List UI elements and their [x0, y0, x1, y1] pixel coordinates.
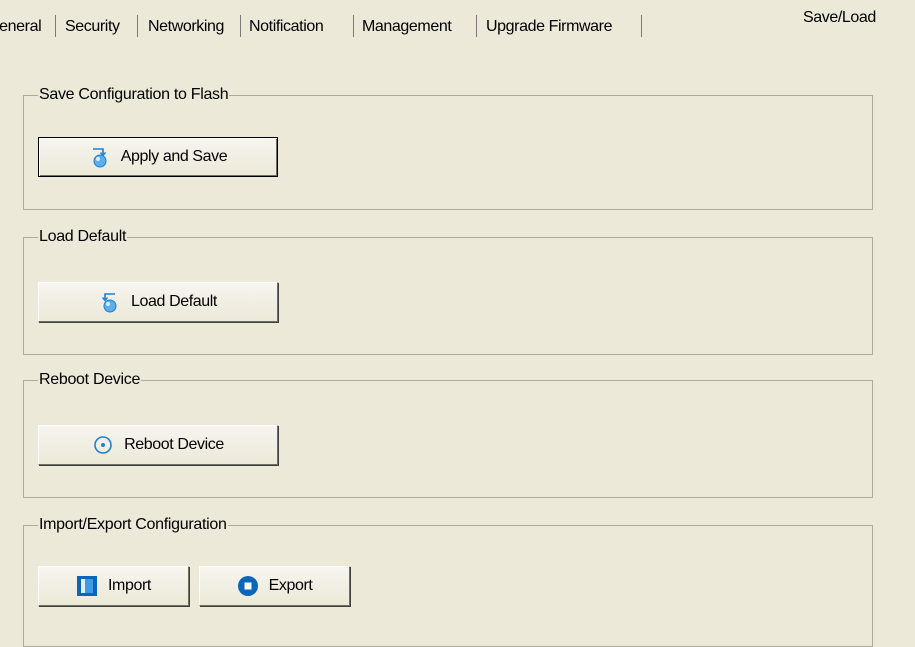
group-import-export: Import/Export Configuration Import Expor… — [23, 515, 873, 647]
tab-separator — [240, 15, 241, 37]
export-button[interactable]: Export — [199, 566, 350, 606]
tab-save-load[interactable]: Save/Load — [803, 8, 876, 28]
group-reboot-device: Reboot Device Reboot Device — [23, 370, 873, 498]
apply-and-save-label: Apply and Save — [120, 148, 228, 165]
load-default-label: Load Default — [131, 293, 217, 310]
tab-security[interactable]: Security — [65, 14, 120, 40]
import-label: Import — [108, 577, 151, 594]
tab-networking[interactable]: Networking — [148, 14, 224, 40]
export-label: Export — [268, 577, 313, 594]
reboot-device-label: Reboot Device — [124, 436, 224, 453]
group-title: Save Configuration to Flash — [38, 85, 230, 105]
tab-management[interactable]: Management — [362, 14, 452, 40]
tab-strip: ieneral Security Networking Notification… — [0, 0, 915, 42]
tab-separator — [641, 15, 642, 37]
apply-save-icon — [89, 146, 111, 168]
load-default-icon — [99, 291, 121, 313]
tab-separator — [137, 15, 138, 37]
export-icon — [237, 575, 259, 597]
load-default-button[interactable]: Load Default — [38, 282, 278, 322]
apply-and-save-button[interactable]: Apply and Save — [38, 137, 278, 177]
group-load-default: Load Default Load Default — [23, 227, 873, 355]
tab-separator — [353, 15, 354, 37]
group-title: Load Default — [38, 227, 128, 247]
tab-separator — [55, 15, 56, 37]
group-save-configuration: Save Configuration to Flash Apply and Sa… — [23, 85, 873, 210]
reboot-device-button[interactable]: Reboot Device — [38, 425, 278, 465]
import-button[interactable]: Import — [38, 566, 189, 606]
tab-notification[interactable]: Notification — [249, 14, 324, 40]
reboot-icon — [92, 434, 114, 456]
import-icon — [76, 575, 98, 597]
tab-panel-save-load: Save Configuration to Flash Apply and Sa… — [0, 41, 915, 647]
tab-separator — [476, 15, 477, 37]
group-title: Import/Export Configuration — [38, 515, 228, 535]
tab-upgrade-firmware[interactable]: Upgrade Firmware — [486, 14, 612, 40]
tab-general[interactable]: ieneral — [0, 14, 42, 40]
group-title: Reboot Device — [38, 370, 142, 390]
